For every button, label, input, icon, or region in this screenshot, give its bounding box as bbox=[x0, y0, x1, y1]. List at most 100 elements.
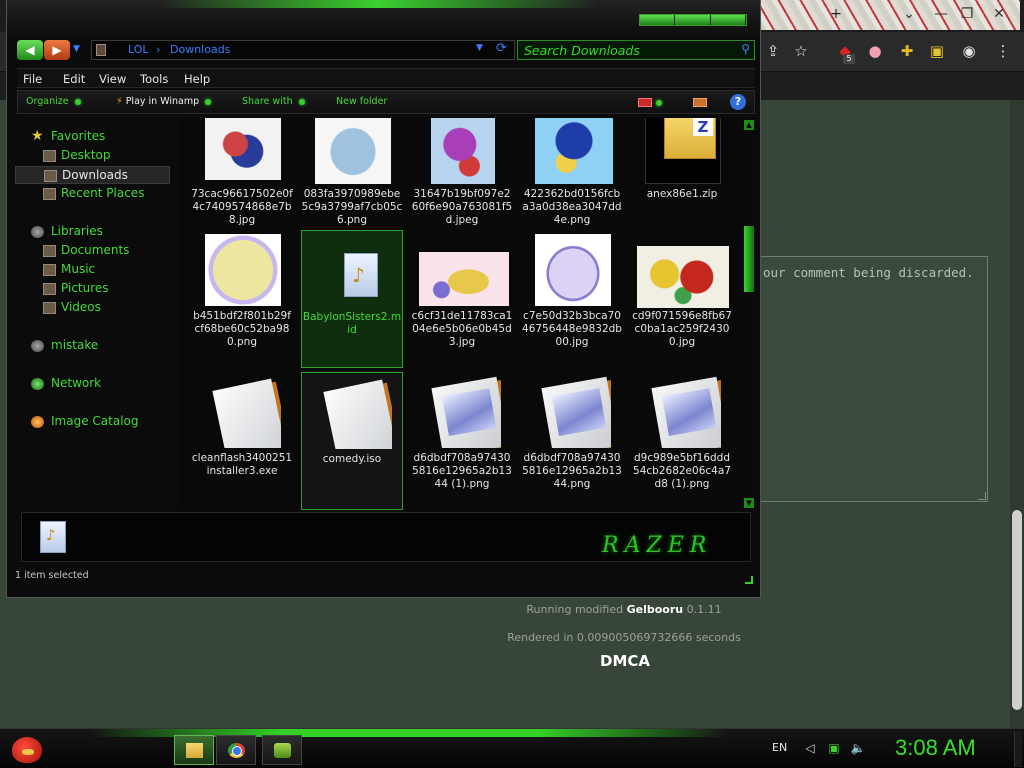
new-tab-icon[interactable]: + bbox=[825, 4, 847, 24]
gelbooru-link[interactable]: Gelbooru bbox=[627, 603, 684, 616]
view-dropdown-dot-icon[interactable] bbox=[656, 100, 662, 106]
forward-button[interactable]: ▶ bbox=[44, 40, 70, 60]
comment-textarea[interactable]: our comment being discarded. bbox=[760, 256, 988, 502]
taskbar-chrome[interactable] bbox=[216, 735, 256, 765]
dropdown-dot-icon bbox=[205, 98, 212, 105]
dropdown-dot-icon bbox=[298, 98, 305, 105]
explorer-window: ◀ ▶ ▼ LOL › Downloads ▼ ⟳ ⚲ File Edit Vi… bbox=[6, 0, 761, 598]
nav-videos[interactable]: Videos bbox=[15, 299, 170, 317]
disc-image-icon bbox=[323, 379, 392, 449]
extension-icon[interactable]: ● bbox=[864, 40, 886, 62]
history-dropdown-icon[interactable]: ▼ bbox=[73, 44, 80, 54]
minimize-button[interactable] bbox=[640, 15, 676, 25]
file-thumbnail bbox=[535, 234, 611, 306]
language-indicator[interactable]: EN bbox=[772, 741, 787, 754]
file-item[interactable]: 083fa3970989ebe5c9a3799af7cb05c6.png bbox=[301, 118, 403, 246]
scroll-down-arrow-icon[interactable]: ▼ bbox=[744, 498, 754, 508]
file-item[interactable]: 73cac96617502e0f4c7409574868e7b8.jpg bbox=[191, 118, 293, 246]
file-item[interactable]: cleanflash3400251installer3.exe bbox=[191, 372, 293, 510]
puzzle-icon[interactable]: ✚ bbox=[896, 40, 918, 62]
menu-help[interactable]: Help bbox=[184, 72, 210, 86]
more-menu-icon[interactable]: ⋮ bbox=[992, 40, 1014, 62]
profile-avatar-icon[interactable]: ◉ bbox=[958, 40, 980, 62]
nav-downloads[interactable]: Downloads bbox=[15, 166, 170, 184]
textarea-resize-grip[interactable] bbox=[978, 492, 986, 500]
menu-edit[interactable]: Edit bbox=[63, 72, 85, 86]
nav-libraries[interactable]: Libraries bbox=[15, 223, 170, 241]
address-bar[interactable]: LOL › Downloads ▼ ⟳ bbox=[91, 40, 515, 60]
nav-recent-places[interactable]: Recent Places bbox=[15, 185, 170, 203]
tray-monitor-icon[interactable]: ▣ bbox=[826, 741, 842, 757]
restore-icon[interactable]: ❐ bbox=[956, 4, 978, 24]
file-item-hover[interactable]: comedy.iso bbox=[301, 372, 403, 510]
sidepanel-icon[interactable]: ▣ bbox=[926, 40, 948, 62]
videos-icon bbox=[43, 302, 56, 314]
maximize-button[interactable] bbox=[675, 15, 711, 25]
share-with-button[interactable]: Share with bbox=[242, 96, 305, 107]
extension-badge: 5 bbox=[843, 54, 855, 64]
menu-file[interactable]: File bbox=[23, 72, 42, 86]
share-icon[interactable]: ⇪ bbox=[762, 40, 784, 62]
file-item[interactable]: b451bdf2f801b29fcf68be60c52ba980.png bbox=[191, 230, 293, 368]
breadcrumb-downloads[interactable]: Downloads bbox=[170, 43, 230, 56]
address-dropdown-icon[interactable]: ▼ bbox=[476, 43, 483, 53]
file-list-scrollbar[interactable]: ▲ ▼ bbox=[743, 118, 755, 510]
page-scroll-thumb[interactable] bbox=[1012, 510, 1022, 710]
nav-desktop[interactable]: Desktop bbox=[15, 147, 170, 165]
file-item[interactable]: anex86e1.zip bbox=[631, 118, 733, 246]
tab-search-icon[interactable]: ⌄ bbox=[898, 4, 920, 24]
nav-pictures[interactable]: Pictures bbox=[15, 280, 170, 298]
file-name: comedy.iso bbox=[322, 453, 382, 465]
clock[interactable]: 3:08 AM bbox=[895, 735, 976, 761]
bookmark-star-icon[interactable]: ☆ bbox=[790, 40, 812, 62]
start-button[interactable] bbox=[6, 731, 48, 767]
file-item[interactable]: c7e50d32b3bca7046756448e9832db00.jpg bbox=[521, 230, 623, 368]
volume-icon[interactable]: 🔈 bbox=[850, 741, 866, 757]
taskbar-app[interactable] bbox=[262, 735, 302, 765]
close-button[interactable] bbox=[710, 15, 746, 25]
menu-view[interactable]: View bbox=[99, 72, 126, 86]
file-item[interactable]: 31647b19bf097e260f6e90a763081f5d.jpeg bbox=[411, 118, 513, 246]
nav-documents[interactable]: Documents bbox=[15, 242, 170, 260]
close-icon[interactable]: ✕ bbox=[988, 4, 1010, 24]
file-item[interactable]: d9c989e5bf16ddd54cb2682e06c4a7d8 (1).png bbox=[631, 372, 733, 510]
file-item[interactable]: d6dbdf708a974305816e12965a2b1344 (1).png bbox=[411, 372, 513, 510]
view-mode-icon[interactable] bbox=[638, 98, 652, 107]
file-list[interactable]: 73cac96617502e0f4c7409574868e7b8.jpg 083… bbox=[179, 118, 745, 510]
taskbar-explorer[interactable] bbox=[174, 735, 214, 765]
file-item-selected[interactable]: BabylonSisters2.mid bbox=[301, 230, 403, 368]
resize-grip-icon[interactable] bbox=[745, 576, 753, 584]
dmca-link[interactable]: DMCA bbox=[560, 652, 690, 670]
refresh-icon[interactable]: ⟳ bbox=[496, 41, 507, 56]
nav-music[interactable]: Music bbox=[15, 261, 170, 279]
caption-buttons bbox=[639, 14, 747, 26]
show-desktop-button[interactable] bbox=[1014, 731, 1022, 767]
scroll-up-arrow-icon[interactable]: ▲ bbox=[744, 120, 754, 130]
play-in-winamp-button[interactable]: ⚡ Play in Winamp bbox=[116, 96, 212, 107]
file-item[interactable]: cd9f071596e8fb67c0ba1ac259f24300.jpg bbox=[631, 230, 733, 368]
minimize-icon[interactable]: — bbox=[930, 4, 952, 24]
search-input[interactable] bbox=[524, 42, 734, 58]
organize-button[interactable]: Organize bbox=[26, 96, 81, 107]
file-item[interactable]: d6dbdf708a974305816e12965a2b1344.png bbox=[521, 372, 623, 510]
file-name: BabylonSisters2.mid bbox=[302, 311, 402, 336]
breadcrumb-lol[interactable]: LOL bbox=[128, 43, 149, 56]
tray-arrow-icon[interactable]: ◁ bbox=[802, 741, 818, 757]
nav-image-catalog[interactable]: Image Catalog bbox=[15, 413, 170, 431]
preview-pane-icon[interactable] bbox=[693, 98, 707, 107]
file-name: d9c989e5bf16ddd54cb2682e06c4a7d8 (1).png bbox=[633, 452, 731, 490]
explorer-titlebar[interactable] bbox=[7, 0, 760, 36]
back-button[interactable]: ◀ bbox=[17, 40, 43, 60]
search-icon[interactable]: ⚲ bbox=[741, 42, 750, 56]
help-icon[interactable]: ? bbox=[730, 94, 746, 110]
file-item[interactable]: c6cf31de11783ca104e6e5b06e0b45d3.jpg bbox=[411, 230, 513, 368]
new-folder-button[interactable]: New folder bbox=[336, 96, 387, 107]
file-item[interactable]: 422362bd0156fcba3a0d38ea3047dd4e.png bbox=[521, 118, 623, 246]
page-scrollbar[interactable] bbox=[1010, 100, 1024, 728]
nav-favorites[interactable]: ★ Favorites bbox=[15, 128, 170, 146]
menu-tools[interactable]: Tools bbox=[140, 72, 168, 86]
nav-network[interactable]: Network bbox=[15, 375, 170, 393]
libraries-icon bbox=[31, 226, 44, 238]
nav-mistake[interactable]: mistake bbox=[15, 337, 170, 355]
scroll-thumb[interactable] bbox=[744, 226, 754, 292]
